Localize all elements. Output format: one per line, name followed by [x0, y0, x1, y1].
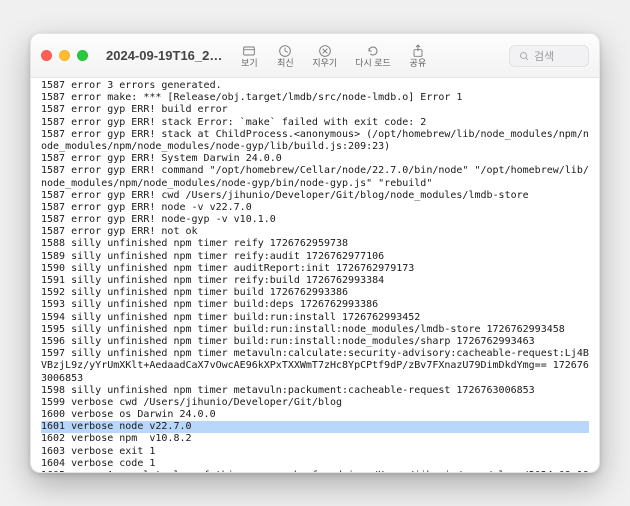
log-line: 1595 silly unfinished npm timer build:ru…	[41, 324, 589, 336]
clear-icon	[316, 43, 334, 59]
toolbar: 보기 최신 지우기 다시 로드 공유	[236, 43, 426, 69]
log-line: 1587 error gyp ERR! build error	[41, 104, 589, 116]
log-line: 1587 error make: *** [Release/obj.target…	[41, 92, 589, 104]
log-line: 1592 silly unfinished npm timer build 17…	[41, 287, 589, 299]
log-line: 1593 silly unfinished npm timer build:de…	[41, 299, 589, 311]
log-line: 1587 error gyp ERR! command "/opt/homebr…	[41, 165, 589, 189]
log-line: 1603 verbose exit 1	[41, 446, 589, 458]
titlebar: 2024-09-19T16_2… 보기 최신 지우기 다시 로드 공유	[31, 34, 599, 78]
log-line: 1602 verbose npm v10.8.2	[41, 433, 589, 445]
clock-icon	[276, 43, 294, 59]
toolbar-clear[interactable]: 지우기	[312, 43, 337, 69]
search-icon	[518, 50, 530, 62]
log-line: 1587 error gyp ERR! System Darwin 24.0.0	[41, 153, 589, 165]
traffic-lights	[41, 50, 92, 61]
toolbar-reload[interactable]: 다시 로드	[355, 43, 391, 69]
app-window: 2024-09-19T16_2… 보기 최신 지우기 다시 로드 공유	[30, 33, 600, 473]
close-button[interactable]	[41, 50, 52, 61]
toolbar-label: 최신	[277, 59, 294, 69]
minimize-button[interactable]	[59, 50, 70, 61]
log-line: 1597 silly unfinished npm timer metavuln…	[41, 348, 589, 385]
log-line: 1594 silly unfinished npm timer build:ru…	[41, 312, 589, 324]
toolbar-label: 보기	[241, 59, 258, 69]
view-icon	[240, 43, 258, 59]
toolbar-view[interactable]: 보기	[240, 43, 258, 69]
log-line: 1599 verbose cwd /Users/jihunio/Develope…	[41, 397, 589, 409]
log-line: 1588 silly unfinished npm timer reify 17…	[41, 238, 589, 250]
log-line: 1587 error gyp ERR! node-gyp -v v10.1.0	[41, 214, 589, 226]
log-line: 1591 silly unfinished npm timer reify:bu…	[41, 275, 589, 287]
window-title: 2024-09-19T16_2…	[100, 48, 228, 63]
log-line: 1601 verbose node v22.7.0	[41, 421, 589, 433]
reload-icon	[364, 43, 382, 59]
log-line: 1604 verbose code 1	[41, 458, 589, 470]
toolbar-label: 지우기	[312, 59, 337, 69]
log-line: 1587 error 3 errors generated.	[41, 80, 589, 92]
toolbar-share[interactable]: 공유	[409, 43, 427, 69]
search-placeholder: 검색	[534, 48, 554, 64]
log-line: 1596 silly unfinished npm timer build:ru…	[41, 336, 589, 348]
toolbar-label: 다시 로드	[355, 59, 391, 69]
log-line: 1587 error gyp ERR! node -v v22.7.0	[41, 202, 589, 214]
log-line: 1598 silly unfinished npm timer metavuln…	[41, 385, 589, 397]
log-body[interactable]: 1587 error 3 errors generated.1587 error…	[31, 78, 599, 472]
log-line: 1587 error gyp ERR! cwd /Users/jihunio/D…	[41, 190, 589, 202]
log-line: 1600 verbose os Darwin 24.0.0	[41, 409, 589, 421]
log-line: 1605 error A complete log of this run ca…	[41, 470, 589, 472]
maximize-button[interactable]	[77, 50, 88, 61]
search-field[interactable]: 검색	[509, 45, 589, 67]
log-line: 1590 silly unfinished npm timer auditRep…	[41, 263, 589, 275]
toolbar-newest[interactable]: 최신	[276, 43, 294, 69]
log-line: 1587 error gyp ERR! not ok	[41, 226, 589, 238]
log-line: 1587 error gyp ERR! stack Error: `make` …	[41, 117, 589, 129]
share-icon	[409, 43, 427, 59]
log-line: 1587 error gyp ERR! stack at ChildProces…	[41, 129, 589, 153]
toolbar-label: 공유	[410, 59, 427, 69]
log-line: 1589 silly unfinished npm timer reify:au…	[41, 251, 589, 263]
